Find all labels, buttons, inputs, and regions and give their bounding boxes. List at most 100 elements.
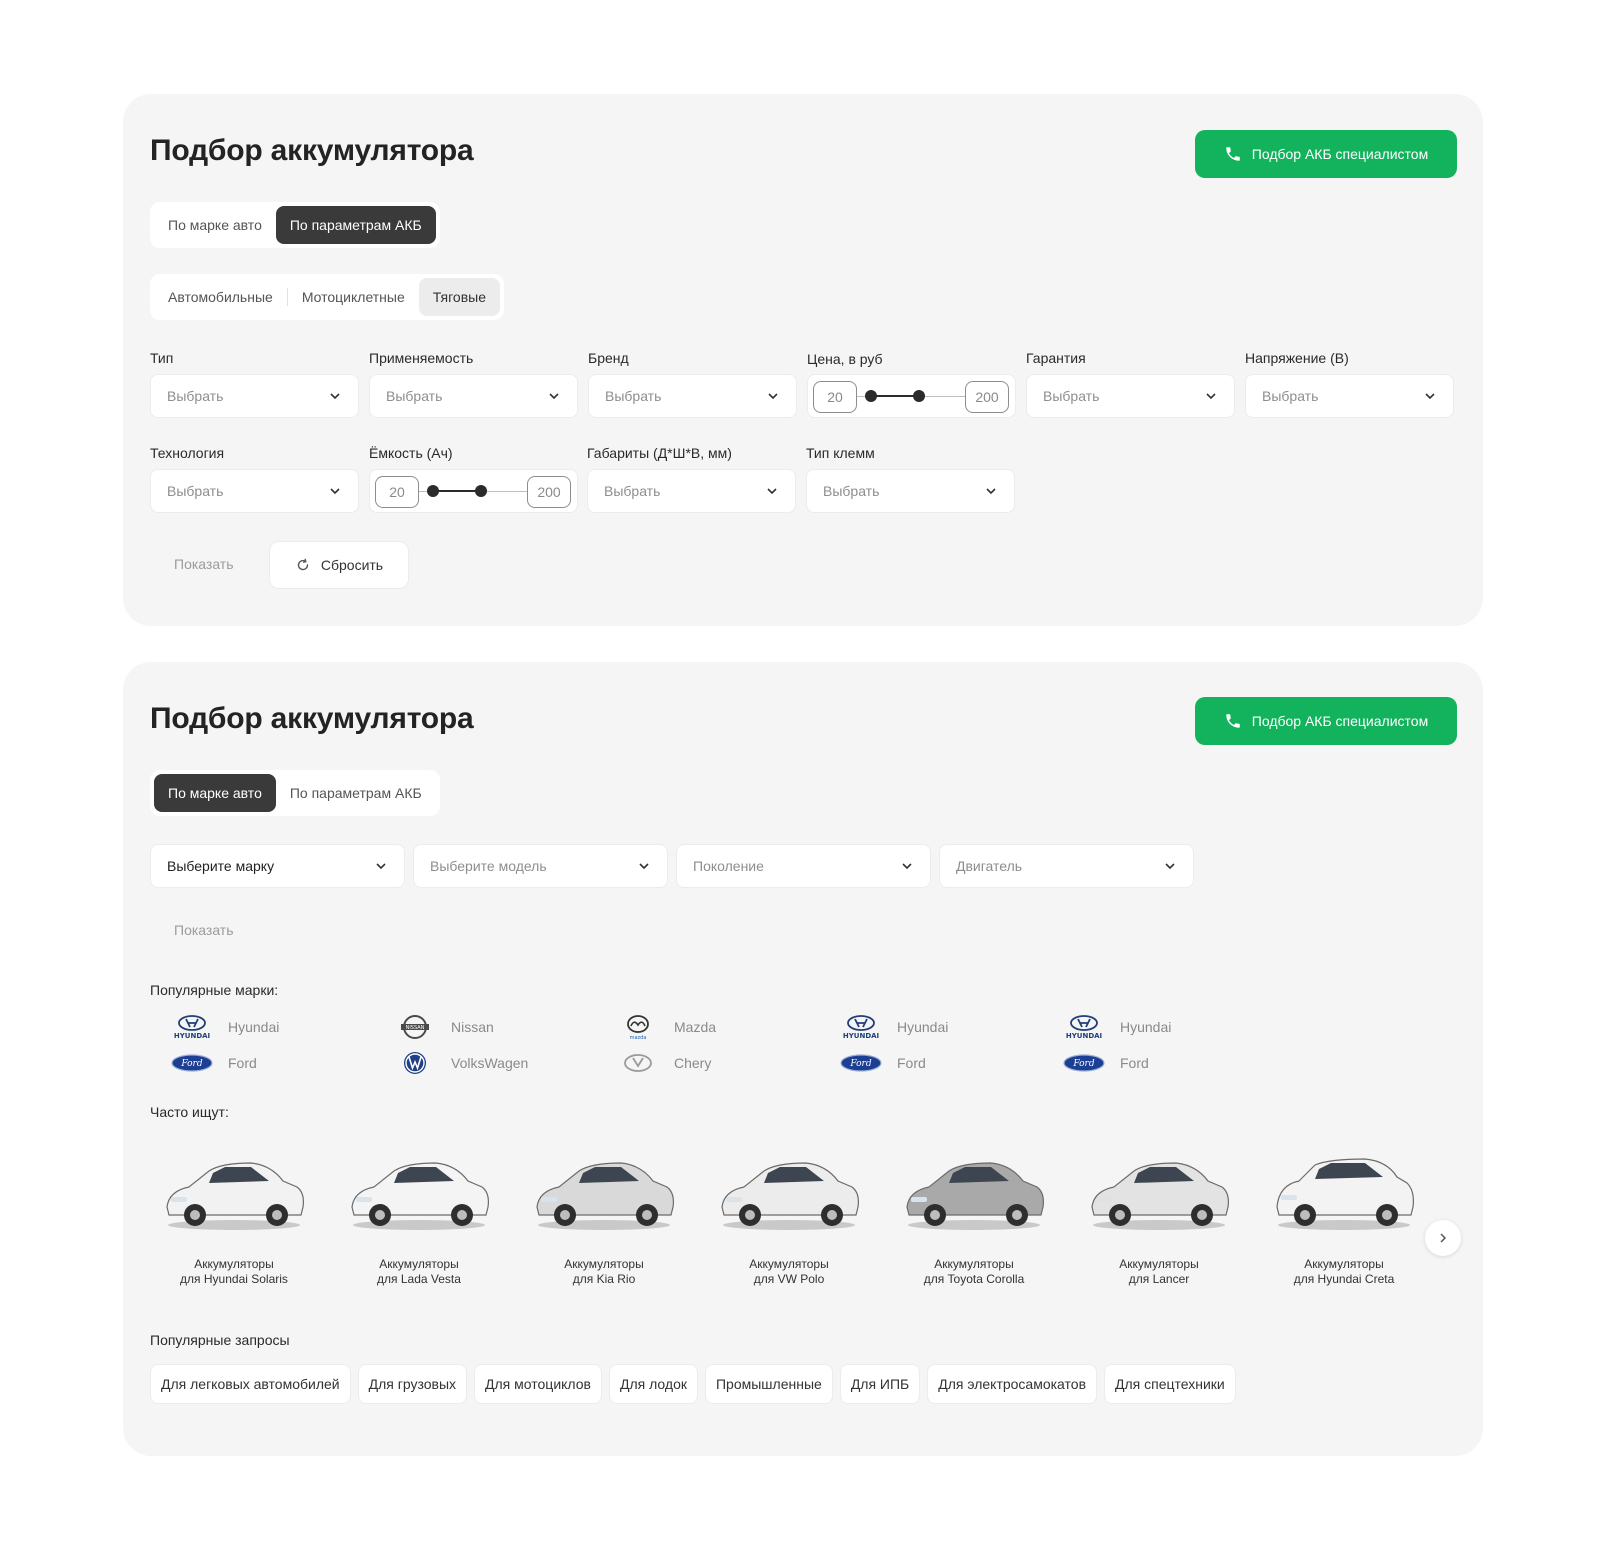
specialist-selection-button[interactable]: Подбор АКБ специалистом <box>1195 697 1457 745</box>
car-generation-select[interactable]: Поколение <box>676 844 931 888</box>
show-results-button[interactable]: Показать <box>174 556 234 572</box>
brand-name: VolksWagen <box>451 1055 529 1071</box>
car-card-caption: Аккумуляторы для Lancer <box>1074 1257 1244 1287</box>
car-image <box>906 1162 1044 1230</box>
query-chip[interactable]: Для электросамокатов <box>927 1364 1098 1404</box>
car-card-kia-rio[interactable]: Аккумуляторы для Kia Rio <box>519 1145 689 1287</box>
car-card-caption: Аккумуляторы для VW Polo <box>704 1257 874 1287</box>
car-card-caption: Аккумуляторы для Lada Vesta <box>334 1257 504 1287</box>
brand-link-ford[interactable]: Ford Ford <box>170 1050 257 1076</box>
filter-voltage-select[interactable]: Выбрать <box>1245 374 1454 418</box>
reset-filters-label: Сбросить <box>320 557 384 573</box>
brand-name: Hyundai <box>1120 1019 1172 1035</box>
specialist-selection-label: Подбор АКБ специалистом <box>1251 713 1429 729</box>
car-card-caption: Аккумуляторы для Kia Rio <box>519 1257 689 1287</box>
tab-traction[interactable]: Тяговые <box>418 278 500 316</box>
tab-by-car-brand[interactable]: По марке авто <box>154 774 276 812</box>
filter-capacity-label: Ёмкость (Ач) <box>369 445 453 461</box>
car-engine-select[interactable]: Двигатель <box>939 844 1194 888</box>
reset-icon <box>297 558 309 571</box>
popular-brands-title: Популярные марки: <box>150 982 279 998</box>
car-model-select[interactable]: Выберите модель <box>413 844 668 888</box>
brand-link-nissan[interactable]: NISSAN Nissan <box>393 1014 494 1040</box>
car-card-toyota-corolla[interactable]: Аккумуляторы для Toyota Corolla <box>889 1145 1059 1287</box>
filter-dimensions-value: Выбрать <box>604 483 661 499</box>
chevron-down-icon <box>986 488 996 495</box>
capacity-range-slider: 20 200 <box>369 469 578 513</box>
capacity-min-input[interactable]: 20 <box>375 476 419 508</box>
chevron-down-icon <box>639 863 649 870</box>
brand-link-hyundai[interactable]: HYUNDAI Hyundai <box>839 1014 948 1040</box>
query-chip[interactable]: Для мотоциклов <box>474 1364 602 1404</box>
car-caption-line1: Аккумуляторы <box>934 1257 1014 1271</box>
filter-dimensions-label: Габариты (Д*Ш*В, мм) <box>587 445 732 461</box>
ford-logo-icon: Ford <box>171 1054 213 1072</box>
tab-by-car-brand[interactable]: По марке авто <box>154 206 276 244</box>
filter-dimensions-select[interactable]: Выбрать <box>587 469 796 513</box>
hyundai-logo-icon: HYUNDAI <box>843 1015 879 1040</box>
chevron-down-icon <box>1425 393 1435 400</box>
brand-name: Mazda <box>674 1019 717 1035</box>
car-brand-select[interactable]: Выберите марку <box>150 844 405 888</box>
brand-link-ford[interactable]: Ford Ford <box>839 1050 926 1076</box>
specialist-selection-button[interactable]: Подбор АКБ специалистом <box>1195 130 1457 178</box>
svg-text:HYUNDAI: HYUNDAI <box>1066 1032 1102 1040</box>
chevron-right-icon <box>1440 1233 1447 1243</box>
car-card-vw-polo[interactable]: Аккумуляторы для VW Polo <box>704 1145 874 1287</box>
tab-by-battery-params[interactable]: По параметрам АКБ <box>276 774 436 812</box>
filter-type-select[interactable]: Выбрать <box>150 374 359 418</box>
filter-applicability-select[interactable]: Выбрать <box>369 374 578 418</box>
brand-link-hyundai[interactable]: HYUNDAI Hyundai <box>1062 1014 1171 1040</box>
query-chip[interactable]: Для спецтехники <box>1104 1364 1236 1404</box>
filter-terminal-select[interactable]: Выбрать <box>806 469 1015 513</box>
filter-terminal-label: Тип клемм <box>806 445 875 461</box>
brand-link-chery[interactable]: Chery <box>616 1050 711 1076</box>
capacity-max-handle[interactable] <box>475 485 487 497</box>
volkswagen-logo-icon <box>404 1052 426 1074</box>
car-caption-line2: для Lada Vesta <box>377 1272 461 1286</box>
car-card-lada-vesta[interactable]: Аккумуляторы для Lada Vesta <box>334 1145 504 1287</box>
query-chip[interactable]: Промышленные <box>704 1364 833 1404</box>
brand-link-volkswagen[interactable]: VolksWagen <box>393 1050 528 1076</box>
brand-name: Ford <box>1120 1055 1149 1071</box>
price-max-handle[interactable] <box>913 390 925 402</box>
brand-name: Hyundai <box>897 1019 949 1035</box>
tab-automotive[interactable]: Автомобильные <box>154 278 287 316</box>
price-range-slider: 20 200 <box>807 374 1016 418</box>
brand-link-ford[interactable]: Ford Ford <box>1062 1050 1149 1076</box>
car-image <box>536 1162 674 1230</box>
filter-technology-value: Выбрать <box>167 483 224 499</box>
reset-filters-button[interactable]: Сбросить <box>269 541 409 589</box>
query-chip[interactable]: Для лодок <box>608 1364 698 1404</box>
filter-voltage-value: Выбрать <box>1262 388 1319 404</box>
brand-link-mazda[interactable]: mazda Mazda <box>616 1014 716 1040</box>
tab-by-battery-params[interactable]: По параметрам АКБ <box>275 206 436 244</box>
car-caption-line2: для Hyundai Creta <box>1293 1272 1395 1286</box>
brand-name: Nissan <box>451 1019 494 1035</box>
car-card-hyundai-solaris[interactable]: Аккумуляторы для Hyundai Solaris <box>149 1145 319 1287</box>
filter-brand-select[interactable]: Выбрать <box>588 374 797 418</box>
ford-logo-icon: Ford <box>840 1054 882 1072</box>
battery-selector-panel-car: Подбор аккумулятора Подбор АКБ специалис… <box>123 662 1483 1456</box>
query-chip[interactable]: Для ИПБ <box>839 1364 921 1404</box>
frequent-searches-title: Часто ищут: <box>150 1104 229 1120</box>
car-caption-line1: Аккумуляторы <box>379 1257 459 1271</box>
query-chip[interactable]: Для легковых автомобилей <box>150 1364 351 1404</box>
car-card-lancer[interactable]: Аккумуляторы для Lancer <box>1074 1145 1244 1287</box>
price-min-handle[interactable] <box>865 390 877 402</box>
brand-link-hyundai[interactable]: HYUNDAI Hyundai <box>170 1014 279 1040</box>
capacity-min-handle[interactable] <box>427 485 439 497</box>
carousel-next-button[interactable] <box>1425 1220 1461 1256</box>
price-min-input[interactable]: 20 <box>813 381 857 413</box>
filter-technology-select[interactable]: Выбрать <box>150 469 359 513</box>
battery-selector-panel-params: Подбор аккумулятора Подбор АКБ специалис… <box>123 94 1483 626</box>
price-max-input[interactable]: 200 <box>965 381 1009 413</box>
car-card-hyundai-creta[interactable]: Аккумуляторы для Hyundai Creta <box>1259 1145 1429 1287</box>
show-results-button[interactable]: Показать <box>174 922 234 938</box>
query-chip[interactable]: Для грузовых <box>357 1364 468 1404</box>
tab-motorcycle[interactable]: Мотоциклетные <box>288 278 419 316</box>
mode-tabs: По марке авто По параметрам АКБ <box>150 202 440 248</box>
car-card-caption: Аккумуляторы для Toyota Corolla <box>889 1257 1059 1287</box>
capacity-max-input[interactable]: 200 <box>527 476 571 508</box>
filter-warranty-select[interactable]: Выбрать <box>1026 374 1235 418</box>
